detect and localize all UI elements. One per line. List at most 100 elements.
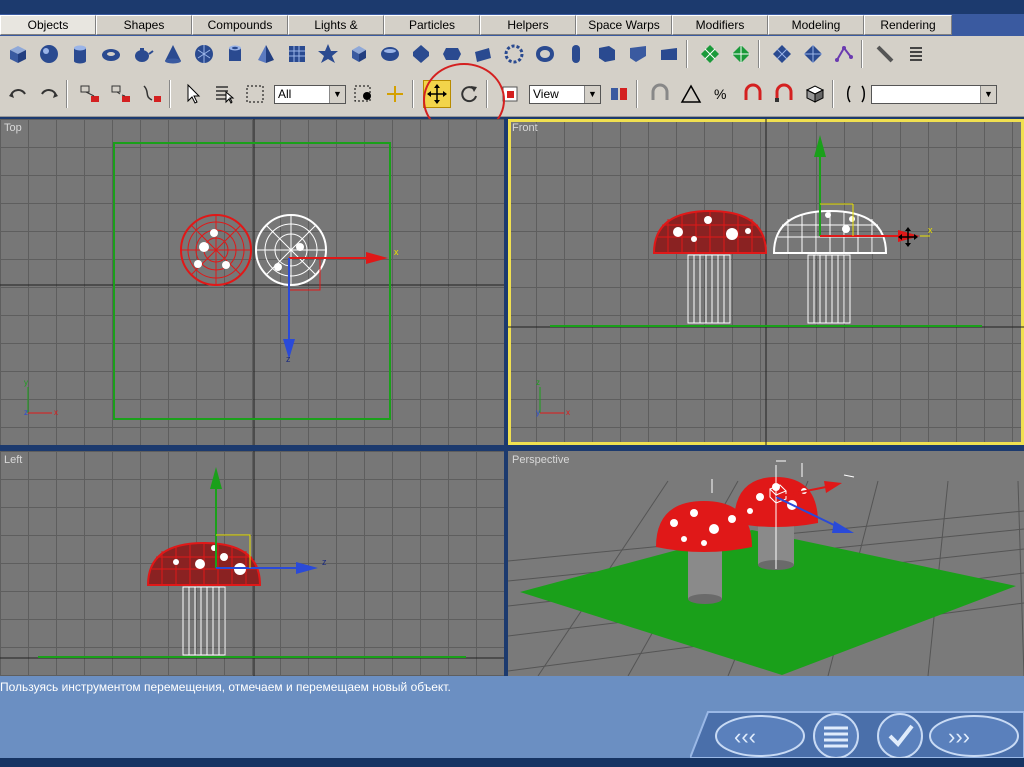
spindle-button[interactable] xyxy=(408,41,434,67)
capsule-button[interactable] xyxy=(563,41,589,67)
tool-button[interactable] xyxy=(872,41,898,67)
select-and-link-button[interactable] xyxy=(77,81,103,107)
svg-text:%: % xyxy=(714,86,726,102)
gengon-button[interactable] xyxy=(439,41,465,67)
box-button[interactable] xyxy=(5,41,31,67)
mushroom-white-front[interactable] xyxy=(772,209,888,324)
spinner-snap-button[interactable] xyxy=(740,81,766,107)
mushroom-left-view[interactable] xyxy=(146,541,262,656)
named-selection-button[interactable] xyxy=(843,81,869,107)
patch2-icon xyxy=(804,45,822,63)
toolbar-separator xyxy=(66,80,68,108)
percent-snap-button[interactable]: % xyxy=(709,81,735,107)
move-icon xyxy=(427,84,447,104)
select-and-scale-button[interactable] xyxy=(497,81,523,107)
toolbar-separator xyxy=(758,40,760,68)
tab-modifiers[interactable]: Modifiers xyxy=(672,15,768,35)
spring-button[interactable] xyxy=(903,41,929,67)
undo-button[interactable] xyxy=(5,81,31,107)
tab-rendering[interactable]: Rendering xyxy=(864,15,952,35)
move-gizmo-top[interactable] xyxy=(283,252,388,359)
axis-tripod-top: y x z xyxy=(24,378,58,417)
tripod-label-y: y xyxy=(536,408,540,417)
tripod-label-z: z xyxy=(536,378,540,387)
viewport-front[interactable]: Front x z x y xyxy=(508,119,1024,445)
viewport-left[interactable]: Left z xyxy=(0,451,504,676)
rewind-icon: ‹‹‹ xyxy=(734,724,756,749)
magnet-3d-icon xyxy=(651,83,669,100)
selection-filter-dropdown[interactable]: All ▼ xyxy=(274,84,346,104)
chevron-down-icon: ▼ xyxy=(584,85,600,103)
viewport-perspective[interactable]: Perspective xyxy=(508,451,1024,676)
sphere-icon xyxy=(40,45,58,63)
select-object-button[interactable] xyxy=(180,81,206,107)
tab-helpers[interactable]: Helpers xyxy=(480,15,576,35)
tab-lights-cameras[interactable]: Lights & Cameras xyxy=(288,15,384,51)
tube-button[interactable] xyxy=(222,41,248,67)
tab-modeling[interactable]: Modeling xyxy=(768,15,864,35)
ground-plane-outline xyxy=(113,142,391,420)
select-and-rotate-button[interactable] xyxy=(456,81,482,107)
axis-tripod-front: z x y xyxy=(536,378,570,417)
oil-tank-button[interactable] xyxy=(377,41,403,67)
c-ext-button[interactable] xyxy=(625,41,651,67)
angle-snap-button[interactable] xyxy=(678,81,704,107)
mushroom-white-top-selected[interactable] xyxy=(255,214,327,286)
sphere-button[interactable] xyxy=(36,41,62,67)
pivot-icon xyxy=(387,86,403,102)
pyramid-button[interactable] xyxy=(253,41,279,67)
redo-button[interactable] xyxy=(36,81,62,107)
ring-wave-button[interactable] xyxy=(656,41,682,67)
reference-coordinate-dropdown[interactable]: View ▼ xyxy=(529,84,601,104)
mushroom-red-top[interactable] xyxy=(180,214,252,286)
patch2-button[interactable] xyxy=(800,41,826,67)
axis-label-z: z xyxy=(286,354,291,364)
torus-button[interactable] xyxy=(98,41,124,67)
confirm-button[interactable] xyxy=(877,713,923,758)
tab-objects[interactable]: Objects xyxy=(0,15,96,35)
next-slide-button[interactable]: ››› xyxy=(929,715,1019,757)
perspective-view-scene xyxy=(508,460,1024,676)
plane-button[interactable] xyxy=(284,41,310,67)
select-by-name-button[interactable] xyxy=(211,81,237,107)
hedra-button[interactable] xyxy=(315,41,341,67)
mushroom-red-front[interactable] xyxy=(652,209,768,324)
pivot-button[interactable] xyxy=(382,81,408,107)
teapot-button[interactable] xyxy=(129,41,155,67)
patch-button[interactable] xyxy=(769,41,795,67)
prev-slide-button[interactable]: ‹‹‹ xyxy=(715,715,805,757)
tab-shapes[interactable]: Shapes xyxy=(96,15,192,35)
snap-3d-button[interactable] xyxy=(647,81,673,107)
tab-space-warps[interactable]: Space Warps xyxy=(576,15,672,35)
menu-button[interactable] xyxy=(813,713,859,758)
mirror-button[interactable] xyxy=(771,81,797,107)
select-and-move-button[interactable] xyxy=(423,80,451,108)
viewport-top[interactable]: Top x z y x z xyxy=(0,119,504,445)
prism-icon xyxy=(475,48,491,62)
nurbs-button[interactable] xyxy=(831,41,857,67)
pivot-center-button[interactable] xyxy=(606,81,632,107)
gengon-icon xyxy=(443,48,461,60)
objects-toolbar xyxy=(0,36,1024,73)
prism-button[interactable] xyxy=(470,41,496,67)
cylinder-button[interactable] xyxy=(67,41,93,67)
rectangular-selection-button[interactable] xyxy=(242,81,268,107)
geosphere-button[interactable] xyxy=(191,41,217,67)
named-selection-dropdown[interactable]: ▼ xyxy=(871,84,997,104)
tab-particles[interactable]: Particles xyxy=(384,15,480,35)
grid2-button[interactable] xyxy=(728,41,754,67)
align-button[interactable] xyxy=(802,81,828,107)
l-ext-button[interactable] xyxy=(594,41,620,67)
window-crossing-button[interactable] xyxy=(351,81,377,107)
unlink-button[interactable] xyxy=(108,81,134,107)
bind-to-space-warp-button[interactable] xyxy=(139,81,165,107)
torus-knot-button[interactable] xyxy=(532,41,558,67)
grid-button[interactable] xyxy=(697,41,723,67)
cone-button[interactable] xyxy=(160,41,186,67)
nurbs-icon xyxy=(835,46,853,62)
reference-coordinate-value: View xyxy=(533,86,559,101)
main-toolbar: All ▼ View ▼ % ▼ xyxy=(0,72,1024,117)
chamfer-box-button[interactable] xyxy=(346,41,372,67)
tab-compounds[interactable]: Compounds xyxy=(192,15,288,35)
hose-button[interactable] xyxy=(501,41,527,67)
